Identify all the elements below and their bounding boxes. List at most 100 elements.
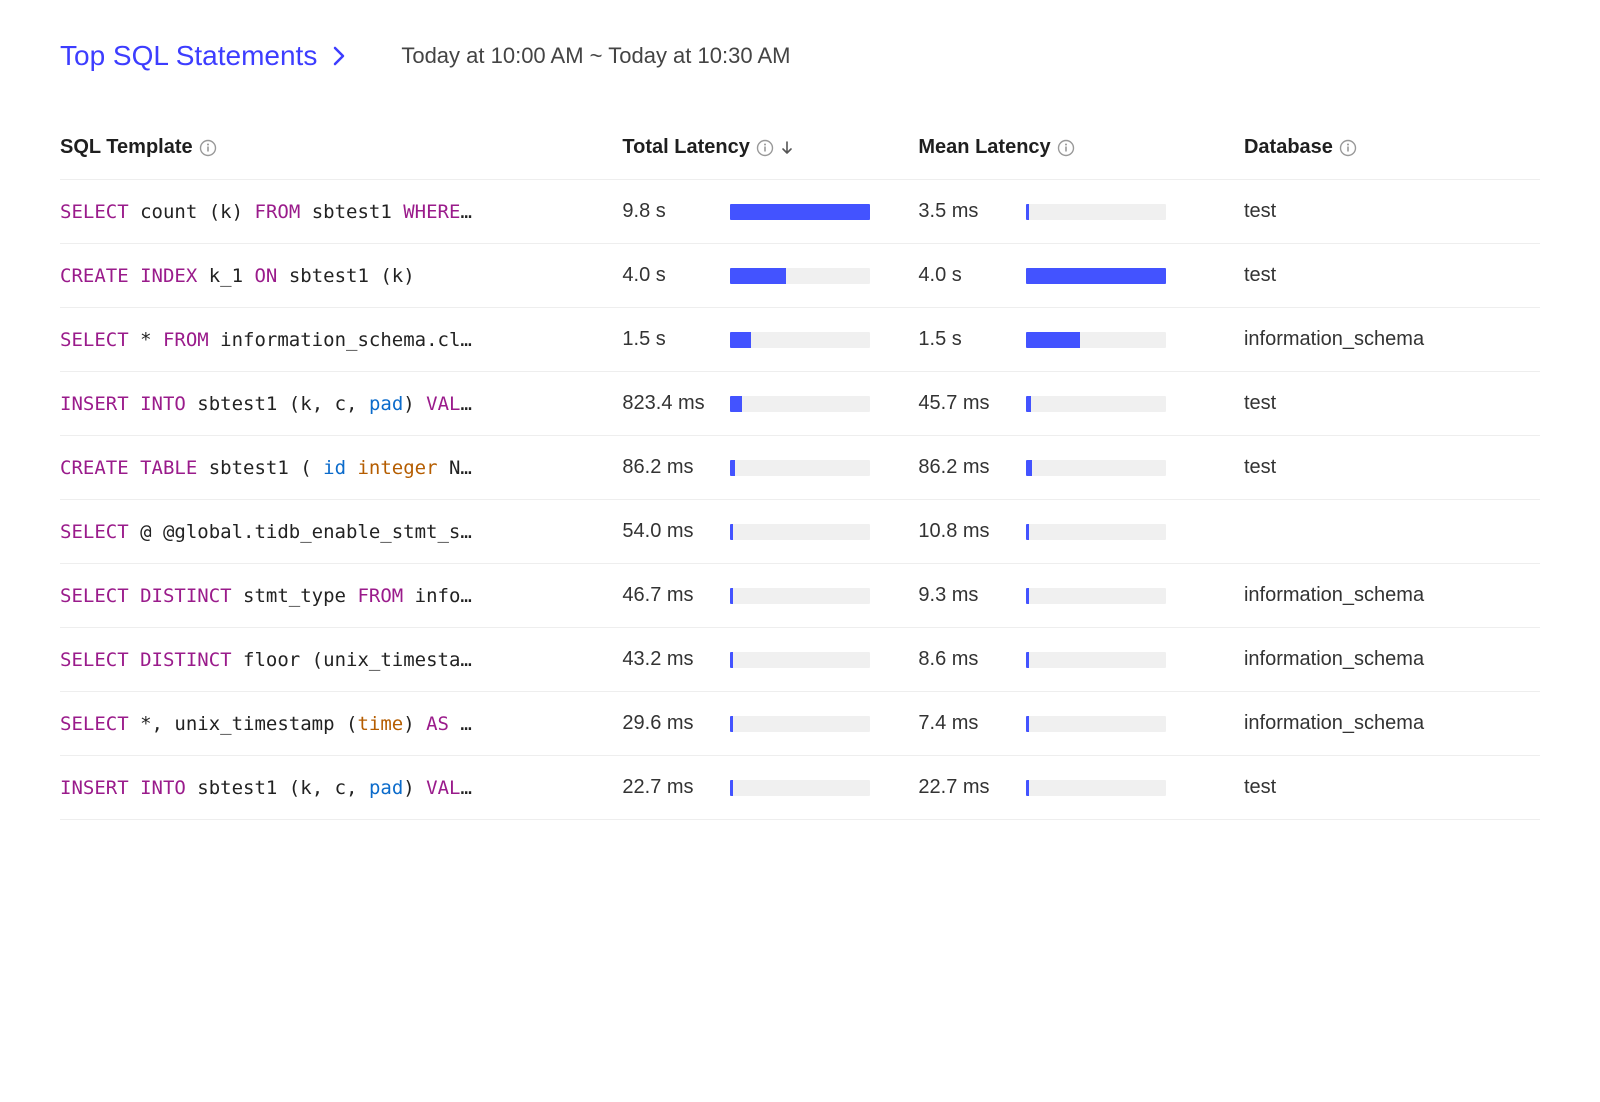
total-latency-value: 1.5 s — [622, 328, 712, 351]
mean-latency-value: 4.0 s — [918, 264, 1008, 287]
col-header-mean-latency[interactable]: Mean Latency — [918, 120, 1244, 180]
mean-latency-value: 1.5 s — [918, 328, 1008, 351]
table-row[interactable]: SELECT @ @global.tidb_enable_stmt_s… 54.… — [60, 500, 1540, 564]
sql-template: INSERT INTO sbtest1 (k, c, pad) VAL… — [60, 393, 614, 415]
database-value: test — [1244, 200, 1276, 222]
total-latency-value: 4.0 s — [622, 264, 712, 287]
total-latency-value: 823.4 ms — [622, 392, 712, 415]
mean-latency-value: 45.7 ms — [918, 392, 1008, 415]
col-header-database[interactable]: Database — [1244, 120, 1540, 180]
mean-latency-value: 9.3 ms — [918, 584, 1008, 607]
table-row[interactable]: CREATE TABLE sbtest1 ( id integer N… 86.… — [60, 436, 1540, 500]
total-latency-bar — [730, 204, 870, 220]
total-latency-bar — [730, 780, 870, 796]
total-latency-cell: 823.4 ms — [622, 392, 910, 415]
database-value: information_schema — [1244, 648, 1424, 670]
top-sql-link[interactable]: Top SQL Statements — [60, 40, 347, 72]
mean-latency-cell: 45.7 ms — [918, 392, 1236, 415]
total-latency-bar — [730, 460, 870, 476]
database-value: information_schema — [1244, 328, 1424, 350]
database-value: information_schema — [1244, 712, 1424, 734]
col-header-total-latency[interactable]: Total Latency — [622, 120, 918, 180]
chevron-right-icon — [331, 44, 347, 68]
table-row[interactable]: SELECT *, unix_timestamp (time) AS … 29.… — [60, 692, 1540, 756]
mean-latency-value: 7.4 ms — [918, 712, 1008, 735]
total-latency-cell: 9.8 s — [622, 200, 910, 223]
sql-template: INSERT INTO sbtest1 (k, c, pad) VAL… — [60, 777, 614, 799]
total-latency-cell: 46.7 ms — [622, 584, 910, 607]
sql-template: CREATE INDEX k_1 ON sbtest1 (k) — [60, 265, 614, 287]
mean-latency-bar — [1026, 332, 1166, 348]
total-latency-bar — [730, 716, 870, 732]
total-latency-bar — [730, 332, 870, 348]
total-latency-value: 9.8 s — [622, 200, 712, 223]
sql-template: SELECT DISTINCT stmt_type FROM info… — [60, 585, 614, 607]
mean-latency-cell: 22.7 ms — [918, 776, 1236, 799]
total-latency-value: 86.2 ms — [622, 456, 712, 479]
total-latency-cell: 43.2 ms — [622, 648, 910, 671]
mean-latency-cell: 8.6 ms — [918, 648, 1236, 671]
mean-latency-bar — [1026, 396, 1166, 412]
total-latency-bar — [730, 396, 870, 412]
total-latency-bar — [730, 652, 870, 668]
sql-table: SQL Template Total Latency — [60, 120, 1540, 820]
total-latency-cell: 54.0 ms — [622, 520, 910, 543]
mean-latency-cell: 7.4 ms — [918, 712, 1236, 735]
sql-template: SELECT @ @global.tidb_enable_stmt_s… — [60, 521, 614, 543]
mean-latency-cell: 9.3 ms — [918, 584, 1236, 607]
table-row[interactable]: SELECT DISTINCT floor (unix_timesta… 43.… — [60, 628, 1540, 692]
mean-latency-bar — [1026, 460, 1166, 476]
database-value: test — [1244, 264, 1276, 286]
mean-latency-value: 8.6 ms — [918, 648, 1008, 671]
total-latency-value: 54.0 ms — [622, 520, 712, 543]
total-latency-bar — [730, 588, 870, 604]
mean-latency-bar — [1026, 716, 1166, 732]
mean-latency-bar — [1026, 268, 1166, 284]
sql-template: CREATE TABLE sbtest1 ( id integer N… — [60, 457, 614, 479]
mean-latency-value: 10.8 ms — [918, 520, 1008, 543]
table-header-row: SQL Template Total Latency — [60, 120, 1540, 180]
mean-latency-cell: 4.0 s — [918, 264, 1236, 287]
table-row[interactable]: SELECT * FROM information_schema.cl… 1.5… — [60, 308, 1540, 372]
database-value: test — [1244, 456, 1276, 478]
mean-latency-cell: 86.2 ms — [918, 456, 1236, 479]
mean-latency-bar — [1026, 524, 1166, 540]
table-row[interactable]: CREATE INDEX k_1 ON sbtest1 (k) 4.0 s 4.… — [60, 244, 1540, 308]
mean-latency-cell: 10.8 ms — [918, 520, 1236, 543]
table-row[interactable]: INSERT INTO sbtest1 (k, c, pad) VAL… 823… — [60, 372, 1540, 436]
mean-latency-cell: 1.5 s — [918, 328, 1236, 351]
total-latency-value: 22.7 ms — [622, 776, 712, 799]
database-value: information_schema — [1244, 584, 1424, 606]
info-icon[interactable] — [1339, 139, 1357, 157]
mean-latency-value: 22.7 ms — [918, 776, 1008, 799]
mean-latency-bar — [1026, 780, 1166, 796]
sort-desc-icon — [780, 140, 794, 156]
mean-latency-bar — [1026, 588, 1166, 604]
total-latency-cell: 4.0 s — [622, 264, 910, 287]
table-row[interactable]: SELECT count (k) FROM sbtest1 WHERE… 9.8… — [60, 180, 1540, 244]
sql-template: SELECT *, unix_timestamp (time) AS … — [60, 713, 614, 735]
database-value: test — [1244, 776, 1276, 798]
sql-template: SELECT * FROM information_schema.cl… — [60, 329, 614, 351]
page-title: Top SQL Statements — [60, 40, 317, 72]
mean-latency-value: 86.2 ms — [918, 456, 1008, 479]
time-range: Today at 10:00 AM ~ Today at 10:30 AM — [401, 43, 790, 69]
sql-template: SELECT count (k) FROM sbtest1 WHERE… — [60, 201, 614, 223]
info-icon[interactable] — [1057, 139, 1075, 157]
total-latency-value: 43.2 ms — [622, 648, 712, 671]
page-header: Top SQL Statements Today at 10:00 AM ~ T… — [60, 40, 1540, 72]
total-latency-cell: 86.2 ms — [622, 456, 910, 479]
total-latency-cell: 22.7 ms — [622, 776, 910, 799]
sql-template: SELECT DISTINCT floor (unix_timesta… — [60, 649, 614, 671]
table-row[interactable]: SELECT DISTINCT stmt_type FROM info… 46.… — [60, 564, 1540, 628]
table-row[interactable]: INSERT INTO sbtest1 (k, c, pad) VAL… 22.… — [60, 756, 1540, 820]
total-latency-bar — [730, 524, 870, 540]
info-icon[interactable] — [756, 139, 774, 157]
mean-latency-bar — [1026, 204, 1166, 220]
database-value: test — [1244, 392, 1276, 414]
col-header-template[interactable]: SQL Template — [60, 120, 622, 180]
total-latency-value: 29.6 ms — [622, 712, 712, 735]
mean-latency-cell: 3.5 ms — [918, 200, 1236, 223]
mean-latency-value: 3.5 ms — [918, 200, 1008, 223]
info-icon[interactable] — [199, 139, 217, 157]
